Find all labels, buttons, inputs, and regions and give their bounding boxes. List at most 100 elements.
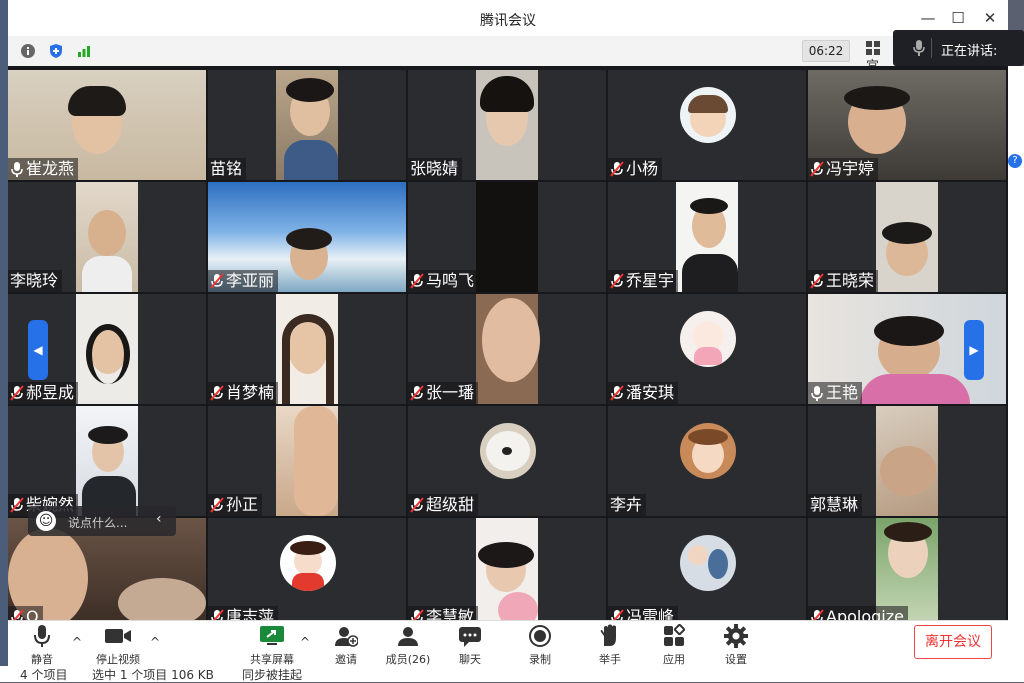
record-button[interactable]: 录制 — [510, 623, 570, 667]
mic-muted-icon — [610, 161, 624, 177]
participant-tile[interactable]: 郭慧琳 — [808, 406, 1006, 516]
layout-switch-button[interactable]: 宫 — [866, 40, 896, 74]
window-title: 腾讯会议 — [480, 13, 536, 29]
participant-nameplate: 郭慧琳 — [808, 494, 863, 516]
mic-muted-icon — [810, 273, 824, 289]
raise-hand-button[interactable]: 举手 — [580, 623, 640, 667]
chat-quick-input[interactable]: ☺ 说点什么... ‹ — [28, 506, 176, 536]
participant-tile[interactable]: 张一璠 — [408, 294, 606, 404]
maximize-button[interactable]: ☐ — [946, 8, 970, 28]
record-icon — [529, 625, 551, 647]
explorer-sync-status: 同步被挂起 — [242, 668, 303, 682]
mic-muted-icon — [410, 497, 424, 513]
invite-button[interactable]: 邀请 — [316, 623, 376, 667]
participant-nameplate: 郝昱成 — [8, 382, 79, 404]
video-grid: 崔龙燕 苗铭 张晓婧 小杨 冯宇婷 李晓玲 李亚丽 马鸣飞 乔星宇 王晓荣 郝昱… — [8, 66, 1008, 620]
participant-avatar — [680, 311, 736, 367]
participant-tile[interactable]: 崔龙燕 — [8, 70, 206, 180]
mic-muted-icon — [210, 273, 224, 289]
share-screen-icon — [260, 626, 284, 645]
participant-tile[interactable]: 唐志萍 — [208, 518, 406, 620]
close-button[interactable]: ✕ — [978, 8, 1002, 28]
participant-nameplate: 冯宇婷 — [808, 158, 879, 180]
participant-tile[interactable]: 李亚丽 — [208, 182, 406, 292]
apps-button[interactable]: 应用 — [644, 623, 704, 667]
raise-hand-icon — [600, 624, 616, 646]
mic-muted-icon — [210, 497, 224, 513]
microphone-icon — [34, 625, 50, 647]
participant-tile[interactable]: 王晓荣 — [808, 182, 1006, 292]
help-icon[interactable]: ? — [1008, 154, 1022, 168]
participant-avatar — [680, 87, 736, 143]
title-bar: 腾讯会议 — ☐ ✕ — [8, 0, 1008, 36]
participant-tile[interactable]: 李卉 — [608, 406, 806, 516]
participant-tile[interactable]: 乔星宇 — [608, 182, 806, 292]
participant-nameplate: 李慧敏 — [408, 606, 479, 620]
info-icon[interactable] — [18, 41, 38, 61]
share-screen-button[interactable]: 共享屏幕 — [242, 623, 302, 667]
participant-avatar — [280, 535, 336, 591]
participant-tile[interactable]: 孙正 — [208, 406, 406, 516]
gear-icon — [724, 624, 748, 648]
explorer-item-count: 4 个项目 — [20, 668, 68, 682]
participant-nameplate: Apologize — [808, 606, 908, 620]
mute-options-caret-icon[interactable]: ^ — [72, 635, 82, 649]
mic-muted-icon — [410, 273, 424, 289]
participant-nameplate: 李晓玲 — [8, 270, 63, 292]
meeting-info-bar: 06:22 宫 — [8, 36, 1008, 74]
participant-nameplate: 张一璠 — [408, 382, 479, 404]
participant-avatar — [480, 423, 536, 479]
next-page-arrow-icon[interactable]: ▶ — [964, 320, 984, 380]
camera-icon — [105, 629, 131, 643]
participant-nameplate: 苗铭 — [208, 158, 247, 180]
participant-tile[interactable]: 李晓玲 — [8, 182, 206, 292]
invite-user-icon — [335, 627, 358, 647]
participant-nameplate: 潘安琪 — [608, 382, 679, 404]
mic-muted-icon — [11, 609, 24, 620]
prev-page-arrow-icon[interactable]: ◀ — [28, 320, 48, 380]
participant-nameplate: 小杨 — [608, 158, 663, 180]
mute-button[interactable]: 静音 — [12, 623, 72, 667]
participant-nameplate: 李亚丽 — [208, 270, 279, 292]
grid-layout-icon — [866, 40, 880, 55]
participant-tile[interactable]: 马鸣飞 — [408, 182, 606, 292]
participant-nameplate: 孙正 — [208, 494, 263, 516]
signal-strength-icon[interactable] — [74, 41, 94, 61]
stop-video-button[interactable]: 停止视频 — [88, 623, 148, 667]
participant-tile[interactable]: 冯宇婷 — [808, 70, 1006, 180]
participant-tile[interactable]: Apologize — [808, 518, 1006, 620]
mic-on-icon — [11, 162, 23, 177]
mic-muted-icon — [411, 609, 424, 620]
collapse-chevron-icon[interactable]: ‹ — [156, 511, 162, 527]
participant-tile[interactable]: 小杨 — [608, 70, 806, 180]
leave-meeting-button[interactable]: 离开会议 — [914, 625, 992, 659]
participant-tile[interactable]: 李慧敏 — [408, 518, 606, 620]
participant-nameplate: 肖梦楠 — [208, 382, 279, 404]
members-button[interactable]: 成员(26) — [378, 623, 438, 667]
chat-button[interactable]: 聊天 — [440, 623, 500, 667]
participant-tile[interactable]: 冯雷峰 — [608, 518, 806, 620]
mic-muted-icon — [211, 609, 224, 620]
security-shield-icon[interactable] — [46, 41, 66, 61]
speaking-indicator: 正在讲话: — [893, 30, 1024, 66]
participant-nameplate: 王艳 — [808, 382, 863, 404]
settings-button[interactable]: 设置 — [706, 623, 766, 667]
participant-tile[interactable]: 肖梦楠 — [208, 294, 406, 404]
participant-tile[interactable]: 柴婉然 — [8, 406, 206, 516]
participant-nameplate: 马鸣飞 — [408, 270, 479, 292]
mic-muted-icon — [611, 609, 624, 620]
participant-nameplate: 超级甜 — [408, 494, 479, 516]
mic-on-icon — [811, 386, 823, 401]
participant-tile[interactable]: 潘安琪 — [608, 294, 806, 404]
minimize-button[interactable]: — — [916, 8, 940, 28]
video-options-caret-icon[interactable]: ^ — [150, 635, 160, 649]
participant-nameplate: 唐志萍 — [208, 606, 279, 620]
emoji-icon[interactable]: ☺ — [36, 511, 56, 531]
participant-tile[interactable]: 苗铭 — [208, 70, 406, 180]
participant-tile[interactable]: 超级甜 — [408, 406, 606, 516]
share-options-caret-icon[interactable]: ^ — [300, 635, 310, 649]
participant-nameplate: Q — [8, 606, 43, 620]
members-icon — [398, 627, 418, 646]
participant-nameplate: 张晓婧 — [408, 158, 463, 180]
participant-tile[interactable]: 张晓婧 — [408, 70, 606, 180]
